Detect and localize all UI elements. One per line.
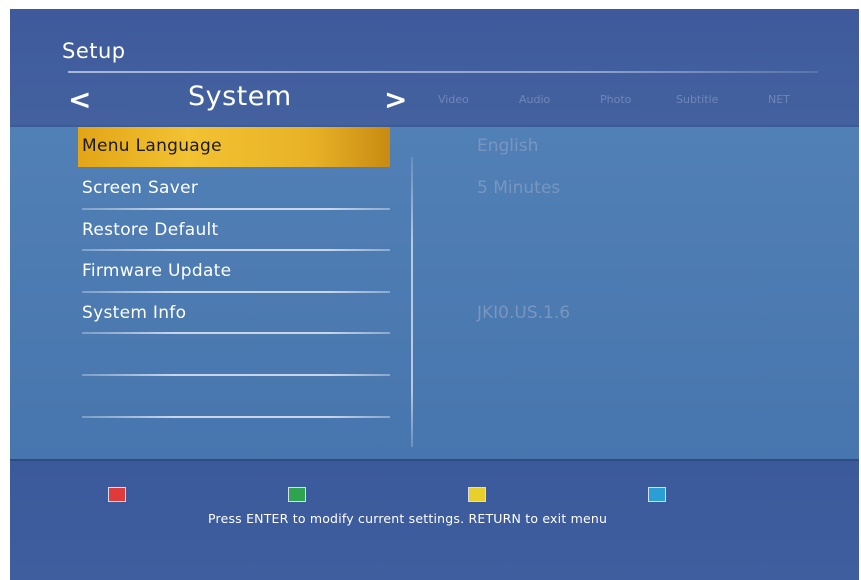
- menu-item-label: Firmware Update: [82, 261, 232, 281]
- menu-separator: [82, 374, 390, 376]
- yellow-key-icon: [468, 487, 486, 502]
- tab-video[interactable]: Video: [438, 93, 469, 106]
- prev-tab-arrow[interactable]: <: [68, 83, 91, 117]
- menu-separator: [82, 416, 390, 418]
- tab-photo[interactable]: Photo: [600, 93, 631, 106]
- help-hint: Press ENTER to modify current settings. …: [208, 511, 608, 526]
- value-menu-language: English: [477, 136, 539, 156]
- menu-separator: [82, 332, 390, 334]
- tab-audio[interactable]: Audio: [519, 93, 550, 106]
- menu-item-screen-saver[interactable]: Screen Saver: [78, 169, 390, 209]
- menu-item-firmware-update[interactable]: Firmware Update: [78, 252, 390, 292]
- settings-panel: Menu Language Screen Saver Restore Defau…: [10, 125, 859, 459]
- menu-item-label: Screen Saver: [82, 178, 199, 198]
- menu-item-system-info[interactable]: System Info: [78, 294, 390, 334]
- menu-item-label: Restore Default: [82, 220, 219, 240]
- next-tab-arrow[interactable]: >: [384, 83, 407, 117]
- menu-separator: [82, 208, 390, 210]
- red-key-icon: [108, 487, 126, 502]
- tab-subtitle[interactable]: Subtitle: [676, 93, 718, 106]
- value-system-info: JKI0.US.1.6: [477, 303, 571, 323]
- tab-system[interactable]: System: [188, 81, 292, 112]
- column-divider: [411, 157, 413, 447]
- menu-item-menu-language[interactable]: Menu Language: [78, 127, 390, 167]
- page-title: Setup: [62, 39, 126, 63]
- menu-separator: [82, 291, 390, 293]
- menu-separator: [82, 249, 390, 251]
- menu-item-restore-default[interactable]: Restore Default: [78, 211, 390, 251]
- header-area: Setup < System > Video Audio Photo Subti…: [10, 9, 859, 125]
- value-screen-saver: 5 Minutes: [477, 178, 561, 198]
- menu-item-label: System Info: [82, 303, 187, 323]
- green-key-icon: [288, 487, 306, 502]
- menu-item-label: Menu Language: [82, 136, 222, 156]
- blue-key-icon: [648, 487, 666, 502]
- setup-screen: Setup < System > Video Audio Photo Subti…: [10, 9, 859, 580]
- title-underline: [68, 71, 818, 73]
- tab-net[interactable]: NET: [768, 93, 790, 106]
